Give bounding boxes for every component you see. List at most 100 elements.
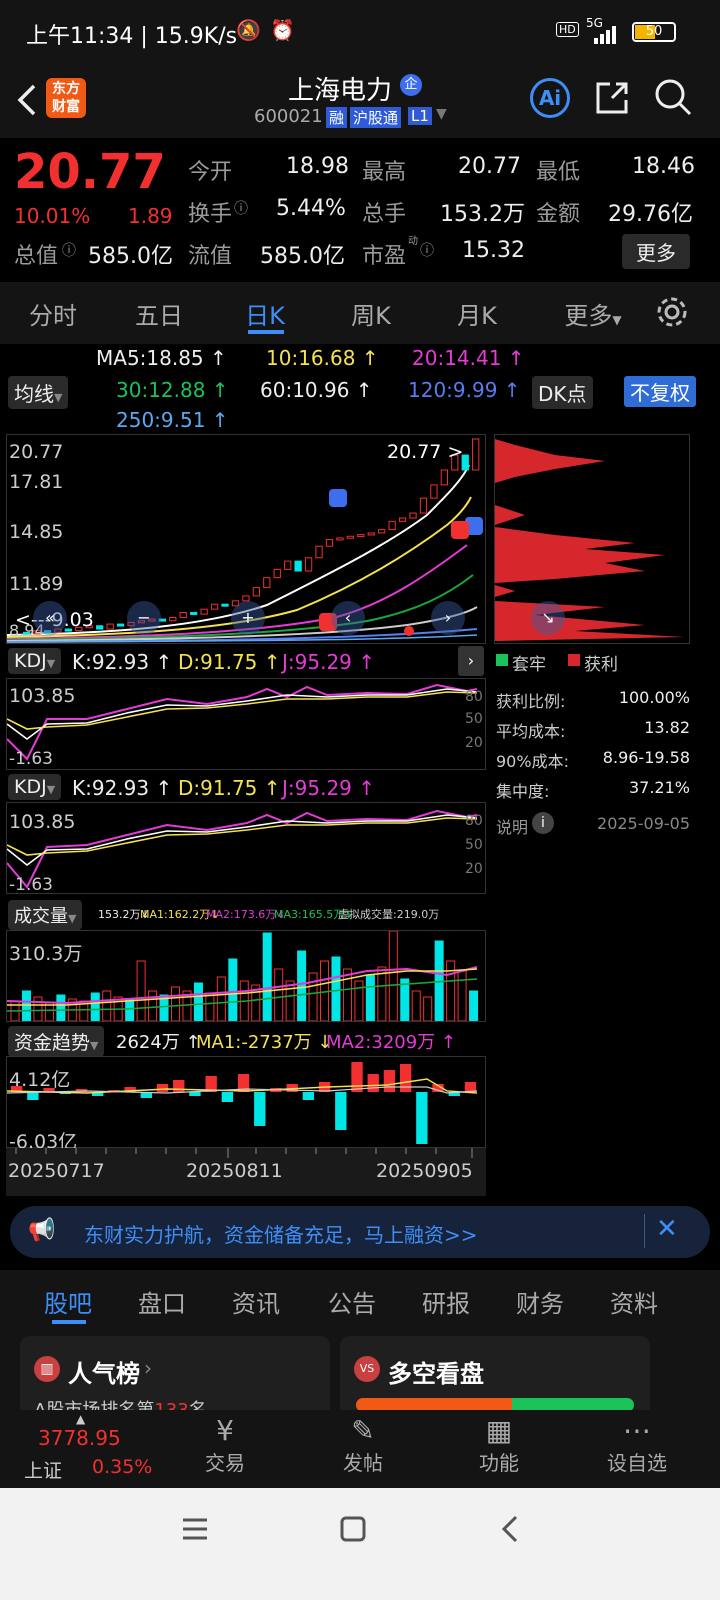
info-icon[interactable]: ⓘ <box>62 240 76 260</box>
megaphone-icon: 📢 <box>28 1218 56 1243</box>
tab-financials[interactable]: 财务 <box>516 1284 564 1319</box>
scroll-left-fast-icon[interactable]: « <box>33 601 67 635</box>
tab-more[interactable]: 更多▼ <box>548 296 638 331</box>
volume-bar <box>388 930 398 1022</box>
ma250-value: 250:9.51 ↑ <box>116 408 229 432</box>
last-price-marker: 20.77 > <box>387 441 464 463</box>
kdj2-chart[interactable]: 103.85 -1.63 80 50 20 <box>6 802 486 895</box>
scroll-left-icon[interactable]: ‹ <box>331 601 365 635</box>
caret-down-icon[interactable]: ▼ <box>436 106 447 122</box>
tab-announcements[interactable]: 公告 <box>328 1284 376 1319</box>
adjust-toggle[interactable]: 不复权 <box>624 376 696 407</box>
alarm-icon: ⏰ <box>270 18 295 42</box>
kdj2-j: J:95.29 ↑ <box>282 776 376 800</box>
candle <box>325 539 334 547</box>
info-icon[interactable]: ⓘ <box>420 240 434 260</box>
index-pct[interactable]: 0.35% <box>92 1456 152 1478</box>
volume-bar <box>262 932 272 1022</box>
tab-more-label: 更多 <box>564 302 613 330</box>
tab-intraday[interactable]: 分时 <box>8 296 98 331</box>
nav-trade[interactable]: ¥ 交易 <box>180 1414 270 1476</box>
kdj2-k: K:92.93 ↑ <box>72 776 173 800</box>
candle <box>273 568 281 579</box>
tab-forum[interactable]: 股吧 <box>44 1284 92 1319</box>
yuan-icon: ¥ <box>216 1414 234 1447</box>
date-start: 20250717 <box>8 1160 105 1182</box>
candle <box>388 520 396 531</box>
tab-weekly-k[interactable]: 周K <box>326 296 416 331</box>
tab-orderbook[interactable]: 盘口 <box>138 1284 186 1319</box>
candle <box>221 603 229 607</box>
margin-banner[interactable]: 📢 东财实力护航，资金储备充足，马上融资>> ✕ <box>10 1206 710 1258</box>
kdj2-selector[interactable]: KDJ▼ <box>8 774 62 800</box>
logo-line1: 东方 <box>52 81 80 97</box>
info-icon[interactable]: i <box>532 812 554 834</box>
fund-chart[interactable]: 4.12亿 -6.03亿 <box>6 1056 486 1153</box>
more-button[interactable]: 更多 <box>622 234 690 269</box>
buy-signal-icon <box>451 521 469 539</box>
candle <box>96 625 104 630</box>
kdj1-l50: 50 <box>465 711 483 727</box>
status-bar: 上午11:34 | 15.9K/s 🔕 ⏰ HD 5G 50 <box>0 0 720 62</box>
index-value[interactable]: 3778.95 <box>38 1426 121 1450</box>
active-tab-indicator <box>52 1320 86 1324</box>
mute-icon: 🔕 <box>236 18 261 42</box>
back-nav-icon[interactable] <box>496 1514 526 1544</box>
logo-line2: 财富 <box>52 99 80 115</box>
nav-add-watchlist[interactable]: ⋯ 设自选 <box>592 1414 682 1476</box>
info-icon[interactable]: ⓘ <box>234 198 248 218</box>
turnover-label: 换手 <box>188 202 233 227</box>
home-icon[interactable] <box>338 1514 368 1544</box>
tab-five-day[interactable]: 五日 <box>114 296 204 331</box>
expand-icon[interactable]: ↘ <box>531 601 565 635</box>
volume-bar <box>148 990 158 1022</box>
stock-name: 上海电力 <box>288 76 393 106</box>
avg-cost-label: 平均成本: <box>496 722 566 741</box>
tab-monthly-k[interactable]: 月K <box>432 296 522 331</box>
fund-selector[interactable]: 资金趋势▼ <box>8 1026 105 1057</box>
system-nav-bar <box>0 1488 720 1600</box>
close-icon[interactable]: ✕ <box>656 1214 678 1244</box>
nav-functions[interactable]: ▦ 功能 <box>454 1414 544 1476</box>
zoom-in-icon[interactable]: + <box>231 601 265 635</box>
bottom-nav: ▲ 3778.95 上证 0.35% ¥ 交易 ✎ 发帖 ▦ 功能 ⋯ 设自选 <box>0 1410 720 1488</box>
ma-selector[interactable]: 均线▼ <box>8 376 69 409</box>
dk-point-selector[interactable]: DK点 <box>532 376 593 409</box>
index-name[interactable]: 上证 <box>24 1456 62 1483</box>
tab-news[interactable]: 资讯 <box>232 1284 280 1319</box>
fund-bar <box>464 1082 477 1092</box>
scroll-right-icon[interactable]: › <box>431 601 465 635</box>
menu-icon[interactable] <box>180 1514 210 1544</box>
tab-profile[interactable]: 资料 <box>610 1284 658 1319</box>
tab-daily-k[interactable]: 日K <box>220 296 310 331</box>
share-icon[interactable] <box>592 78 632 118</box>
zoom-out-icon[interactable]: − <box>127 601 161 635</box>
app-logo: 东方 财富 <box>46 78 86 118</box>
candle <box>190 611 198 615</box>
virtual-volume: 虚拟成交量:219.0万 <box>338 908 440 921</box>
active-tab-indicator <box>248 330 284 334</box>
ai-button[interactable]: Ai <box>530 78 570 118</box>
kdj1-selector[interactable]: KDJ▼ <box>8 648 62 674</box>
open-value: 18.98 <box>286 154 349 179</box>
volume-selector[interactable]: 成交量▼ <box>8 900 83 930</box>
back-icon[interactable] <box>14 82 40 118</box>
expand-right-icon[interactable]: › <box>458 646 484 676</box>
nav-post[interactable]: ✎ 发帖 <box>318 1414 408 1476</box>
profit-ratio-value: 100.00% <box>618 688 690 707</box>
volume-chart[interactable]: 310.3万 <box>6 930 486 1022</box>
tab-research[interactable]: 研报 <box>422 1284 470 1319</box>
settings-gear-icon[interactable] <box>654 294 690 330</box>
pe-value: 15.32 <box>462 238 525 263</box>
volume-bar <box>377 966 387 1022</box>
candle <box>440 469 448 486</box>
candle <box>116 623 125 627</box>
last-price-marker-value: 20.77 <box>387 441 442 463</box>
kline-chart[interactable]: 20.77 17.81 14.85 11.89 8.94 20.77 > <--… <box>6 434 486 644</box>
chip-distribution[interactable]: ↘ <box>494 434 690 644</box>
search-icon[interactable] <box>652 76 694 118</box>
kdj1-chart[interactable]: 103.85 -1.63 80 50 20 <box>6 678 486 770</box>
volume-bar <box>90 992 100 1022</box>
caret-down-icon: ▼ <box>90 1039 99 1052</box>
volume-bar <box>193 982 203 1022</box>
